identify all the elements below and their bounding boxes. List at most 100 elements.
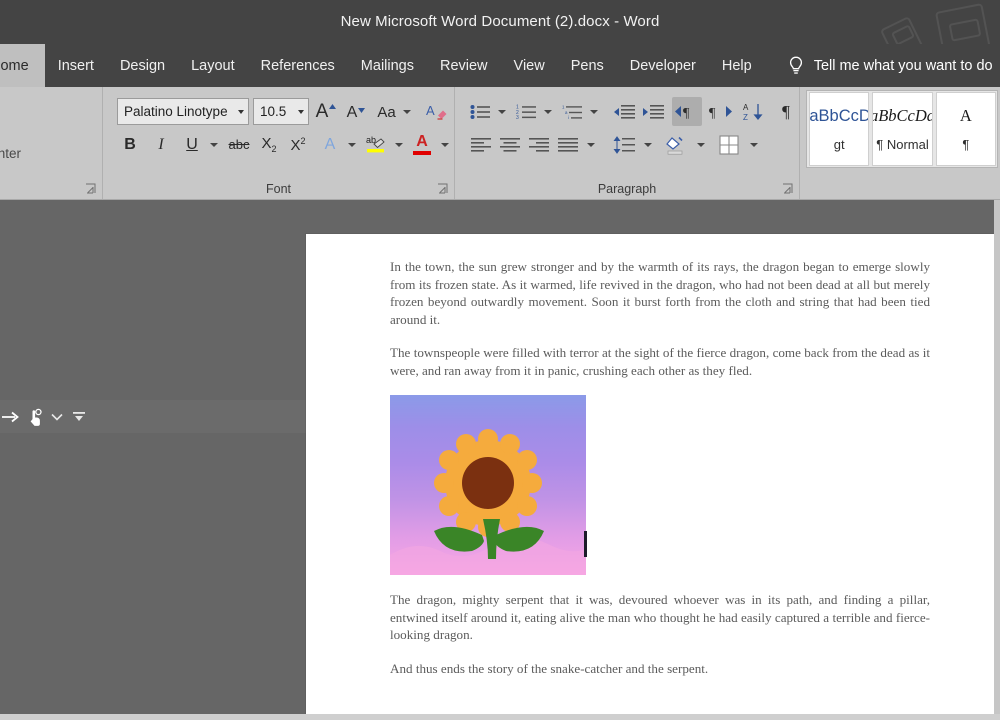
justify-icon <box>558 138 578 152</box>
font-dialog-launcher[interactable] <box>437 183 449 195</box>
tab-mailings[interactable]: Mailings <box>348 44 427 87</box>
word-application-window: New Microsoft Word Document (2).docx - W… <box>0 0 1000 720</box>
font-size-combo[interactable]: 10.5 <box>253 98 309 125</box>
up-arrow-icon <box>329 103 337 109</box>
justify-button[interactable] <box>554 132 582 158</box>
font-color-button[interactable]: A <box>409 129 435 158</box>
shading-icon <box>666 136 683 155</box>
borders-button[interactable] <box>715 131 743 158</box>
grow-font-button[interactable]: A <box>313 98 339 125</box>
tab-view[interactable]: View <box>501 44 558 87</box>
format-painter-button[interactable]: ormat Painter <box>0 146 21 161</box>
tab-pens[interactable]: Pens <box>558 44 617 87</box>
clipboard-dialog-launcher[interactable] <box>85 183 97 195</box>
tab-developer[interactable]: Developer <box>617 44 709 87</box>
strikethrough-button[interactable]: abc <box>225 132 253 157</box>
paragraph-1: In the town, the sun grew stronger and b… <box>390 259 930 327</box>
chevron-down-icon[interactable] <box>48 410 66 424</box>
svg-text:¶: ¶ <box>709 106 716 120</box>
pilcrow-icon: ¶ <box>782 101 790 121</box>
line-spacing-button[interactable] <box>610 131 638 158</box>
font-color-icon: A <box>416 132 428 150</box>
style-tile-gt[interactable]: AaBbCcDd gt <box>809 92 870 166</box>
font-color-dropdown-button[interactable] <box>436 133 454 157</box>
shrink-font-button[interactable]: A <box>343 99 369 126</box>
tab-insert[interactable]: Insert <box>45 44 107 87</box>
change-case-icon: Aa <box>377 103 396 121</box>
svg-text:A: A <box>743 103 749 112</box>
italic-icon: I <box>158 135 164 153</box>
clear-formatting-icon: A <box>426 103 447 120</box>
multilevel-dropdown-button[interactable] <box>585 101 602 123</box>
highlight-dropdown-button[interactable] <box>390 133 408 157</box>
touch-mode-icon[interactable] <box>23 405 47 429</box>
document-page[interactable]: In the town, the sun grew stronger and b… <box>306 234 994 720</box>
paragraph-3: The dragon, mighty serpent that it was, … <box>390 592 930 642</box>
text-highlight-button[interactable]: ab <box>363 130 389 158</box>
tell-me-search[interactable]: Tell me what you want to do <box>787 44 993 87</box>
tab-review[interactable]: Review <box>427 44 501 87</box>
sunflower-illustration[interactable] <box>390 395 586 575</box>
shading-dropdown-button[interactable] <box>692 134 709 156</box>
rtl-text-direction-button[interactable]: ¶ <box>705 97 735 126</box>
underline-button[interactable]: U <box>179 131 205 158</box>
align-center-icon <box>500 138 520 152</box>
line-spacing-dropdown-button[interactable] <box>639 134 656 156</box>
decrease-indent-button[interactable] <box>610 99 638 125</box>
document-body[interactable]: In the town, the sun grew stronger and b… <box>390 258 930 693</box>
align-right-button[interactable] <box>525 132 553 158</box>
text-effects-button[interactable]: A <box>317 131 343 158</box>
multilevel-list-button[interactable]: 1 a i <box>559 99 585 125</box>
chevron-down-icon <box>348 143 356 147</box>
align-center-button[interactable] <box>496 132 524 158</box>
paragraph-group-label: Paragraph <box>597 182 657 196</box>
tab-home[interactable]: Home <box>0 44 45 87</box>
text-caret <box>584 531 587 557</box>
align-right-icon <box>529 138 549 152</box>
tab-help[interactable]: Help <box>709 44 765 87</box>
style-tile-normal[interactable]: AaBbCcDdE ¶ Normal <box>872 92 933 166</box>
paragraph-2: The townspeople were filled with terror … <box>390 345 930 378</box>
sort-button[interactable]: A Z <box>740 98 767 125</box>
multilevel-list-icon: 1 a i <box>562 104 582 120</box>
align-dropdown-button[interactable] <box>582 134 599 156</box>
tab-layout[interactable]: Layout <box>178 44 248 87</box>
style-tile-third[interactable]: A ¶ <box>935 92 996 166</box>
bullets-button[interactable] <box>467 99 493 125</box>
bold-button[interactable]: B <box>117 131 143 158</box>
show-formatting-marks-button[interactable]: ¶ <box>773 98 799 125</box>
chevron-down-icon <box>238 109 244 114</box>
shading-button[interactable] <box>663 131 691 158</box>
numbering-dropdown-button[interactable] <box>539 101 556 123</box>
superscript-button[interactable]: X2 <box>285 131 311 158</box>
font-size-value: 10.5 <box>260 104 287 119</box>
dropdown-icon[interactable] <box>70 408 88 426</box>
subscript-button[interactable]: X2 <box>256 131 282 158</box>
bullets-dropdown-button[interactable] <box>493 101 510 123</box>
vertical-scrollbar[interactable] <box>994 200 1000 720</box>
text-effects-dropdown-button[interactable] <box>343 133 361 157</box>
underline-dropdown-button[interactable] <box>205 133 223 157</box>
arrow-right-icon[interactable] <box>0 407 22 427</box>
increase-indent-button[interactable] <box>639 99 667 125</box>
svg-text:¶: ¶ <box>683 106 690 120</box>
tab-references[interactable]: References <box>248 44 348 87</box>
chevron-down-icon <box>586 143 595 147</box>
decrease-indent-icon <box>614 105 635 119</box>
figure-block <box>390 395 930 575</box>
title-bar: New Microsoft Word Document (2).docx - W… <box>0 0 1000 44</box>
borders-dropdown-button[interactable] <box>745 134 762 156</box>
italic-button[interactable]: I <box>148 131 174 158</box>
quick-access-toolbar-secondary <box>0 400 306 433</box>
borders-icon <box>719 134 739 155</box>
ribbon-group-styles: AaBbCcDd gt AaBbCcDdE ¶ Normal A ¶ <box>800 87 1000 199</box>
align-left-button[interactable] <box>467 132 495 158</box>
tab-design[interactable]: Design <box>107 44 178 87</box>
change-case-button[interactable]: Aa <box>375 99 413 125</box>
ltr-text-direction-button[interactable]: ¶ <box>672 97 702 126</box>
numbering-button[interactable]: 1 2 3 <box>513 99 539 125</box>
clear-formatting-button[interactable]: A <box>423 99 451 125</box>
font-name-combo[interactable]: Palatino Linotype <box>117 98 249 125</box>
style-preview-normal: AaBbCcDdE <box>873 106 931 125</box>
paragraph-dialog-launcher[interactable] <box>782 183 794 195</box>
